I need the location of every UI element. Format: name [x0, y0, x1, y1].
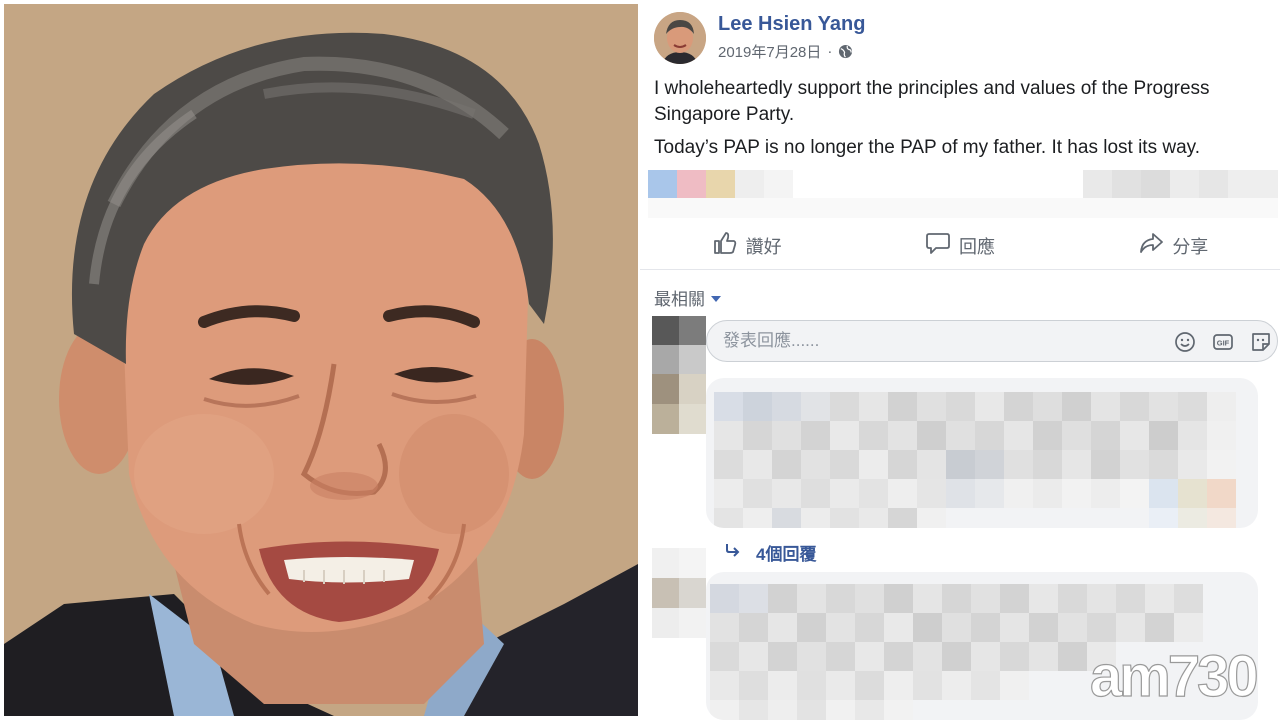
current-user-avatar-pixelated [652, 316, 706, 434]
post-body: I wholeheartedly support the principles … [654, 76, 1254, 168]
sort-label: 最相關 [654, 290, 705, 309]
author-name-link[interactable]: Lee Hsien Yang [718, 13, 865, 36]
share-button[interactable]: 分享 [1067, 222, 1280, 269]
comment-button[interactable]: 回應 [853, 222, 1066, 269]
sticker-icon[interactable] [1249, 330, 1273, 354]
caret-down-icon [711, 295, 721, 302]
post-paragraph-2: Today’s PAP is no longer the PAP of my f… [654, 137, 1200, 158]
replies-count-label: 4個回覆 [756, 545, 817, 564]
comment-label: 回應 [958, 236, 995, 257]
facebook-post: Lee Hsien Yang 2019年7月28日 · I wholeheart… [640, 0, 1280, 720]
thumbs-up-icon [712, 230, 738, 261]
comment-input-box: GIF [706, 320, 1278, 362]
share-label: 分享 [1172, 236, 1209, 257]
emoji-icon[interactable] [1173, 330, 1197, 354]
share-arrow-icon [1138, 230, 1164, 261]
am730-watermark-logo: am730 [1088, 630, 1278, 710]
svg-text:GIF: GIF [1217, 339, 1230, 348]
watermark-logo-image: am730 [1089, 643, 1260, 709]
post-action-bar: 讚好 回應 分享 [640, 222, 1280, 270]
author-avatar[interactable] [654, 12, 706, 64]
view-replies-link[interactable]: 4個回覆 [724, 540, 816, 565]
avatar-image [654, 12, 706, 64]
portrait-photo [4, 4, 638, 716]
meta-separator: · [827, 43, 833, 60]
post-date[interactable]: 2019年7月28日 [718, 41, 821, 62]
comment-sort-dropdown[interactable]: 最相關 [654, 285, 721, 310]
post-meta: 2019年7月28日 · [718, 41, 853, 62]
comment-bubble-pixelated [706, 378, 1258, 528]
gif-icon[interactable]: GIF [1211, 330, 1235, 354]
reactions-summary-pixelated [648, 170, 1278, 218]
like-label: 讚好 [745, 236, 782, 257]
globe-icon [838, 44, 853, 59]
comment-input[interactable] [723, 331, 1143, 351]
speech-bubble-icon [925, 230, 951, 261]
like-button[interactable]: 讚好 [640, 222, 853, 269]
watermark-text: am730 [1090, 644, 1256, 709]
post-paragraph-1: I wholeheartedly support the principles … [654, 78, 1210, 125]
portrait-illustration [4, 4, 638, 716]
commenter-avatar-pixelated [652, 548, 706, 638]
reply-arrow-icon [724, 542, 742, 563]
